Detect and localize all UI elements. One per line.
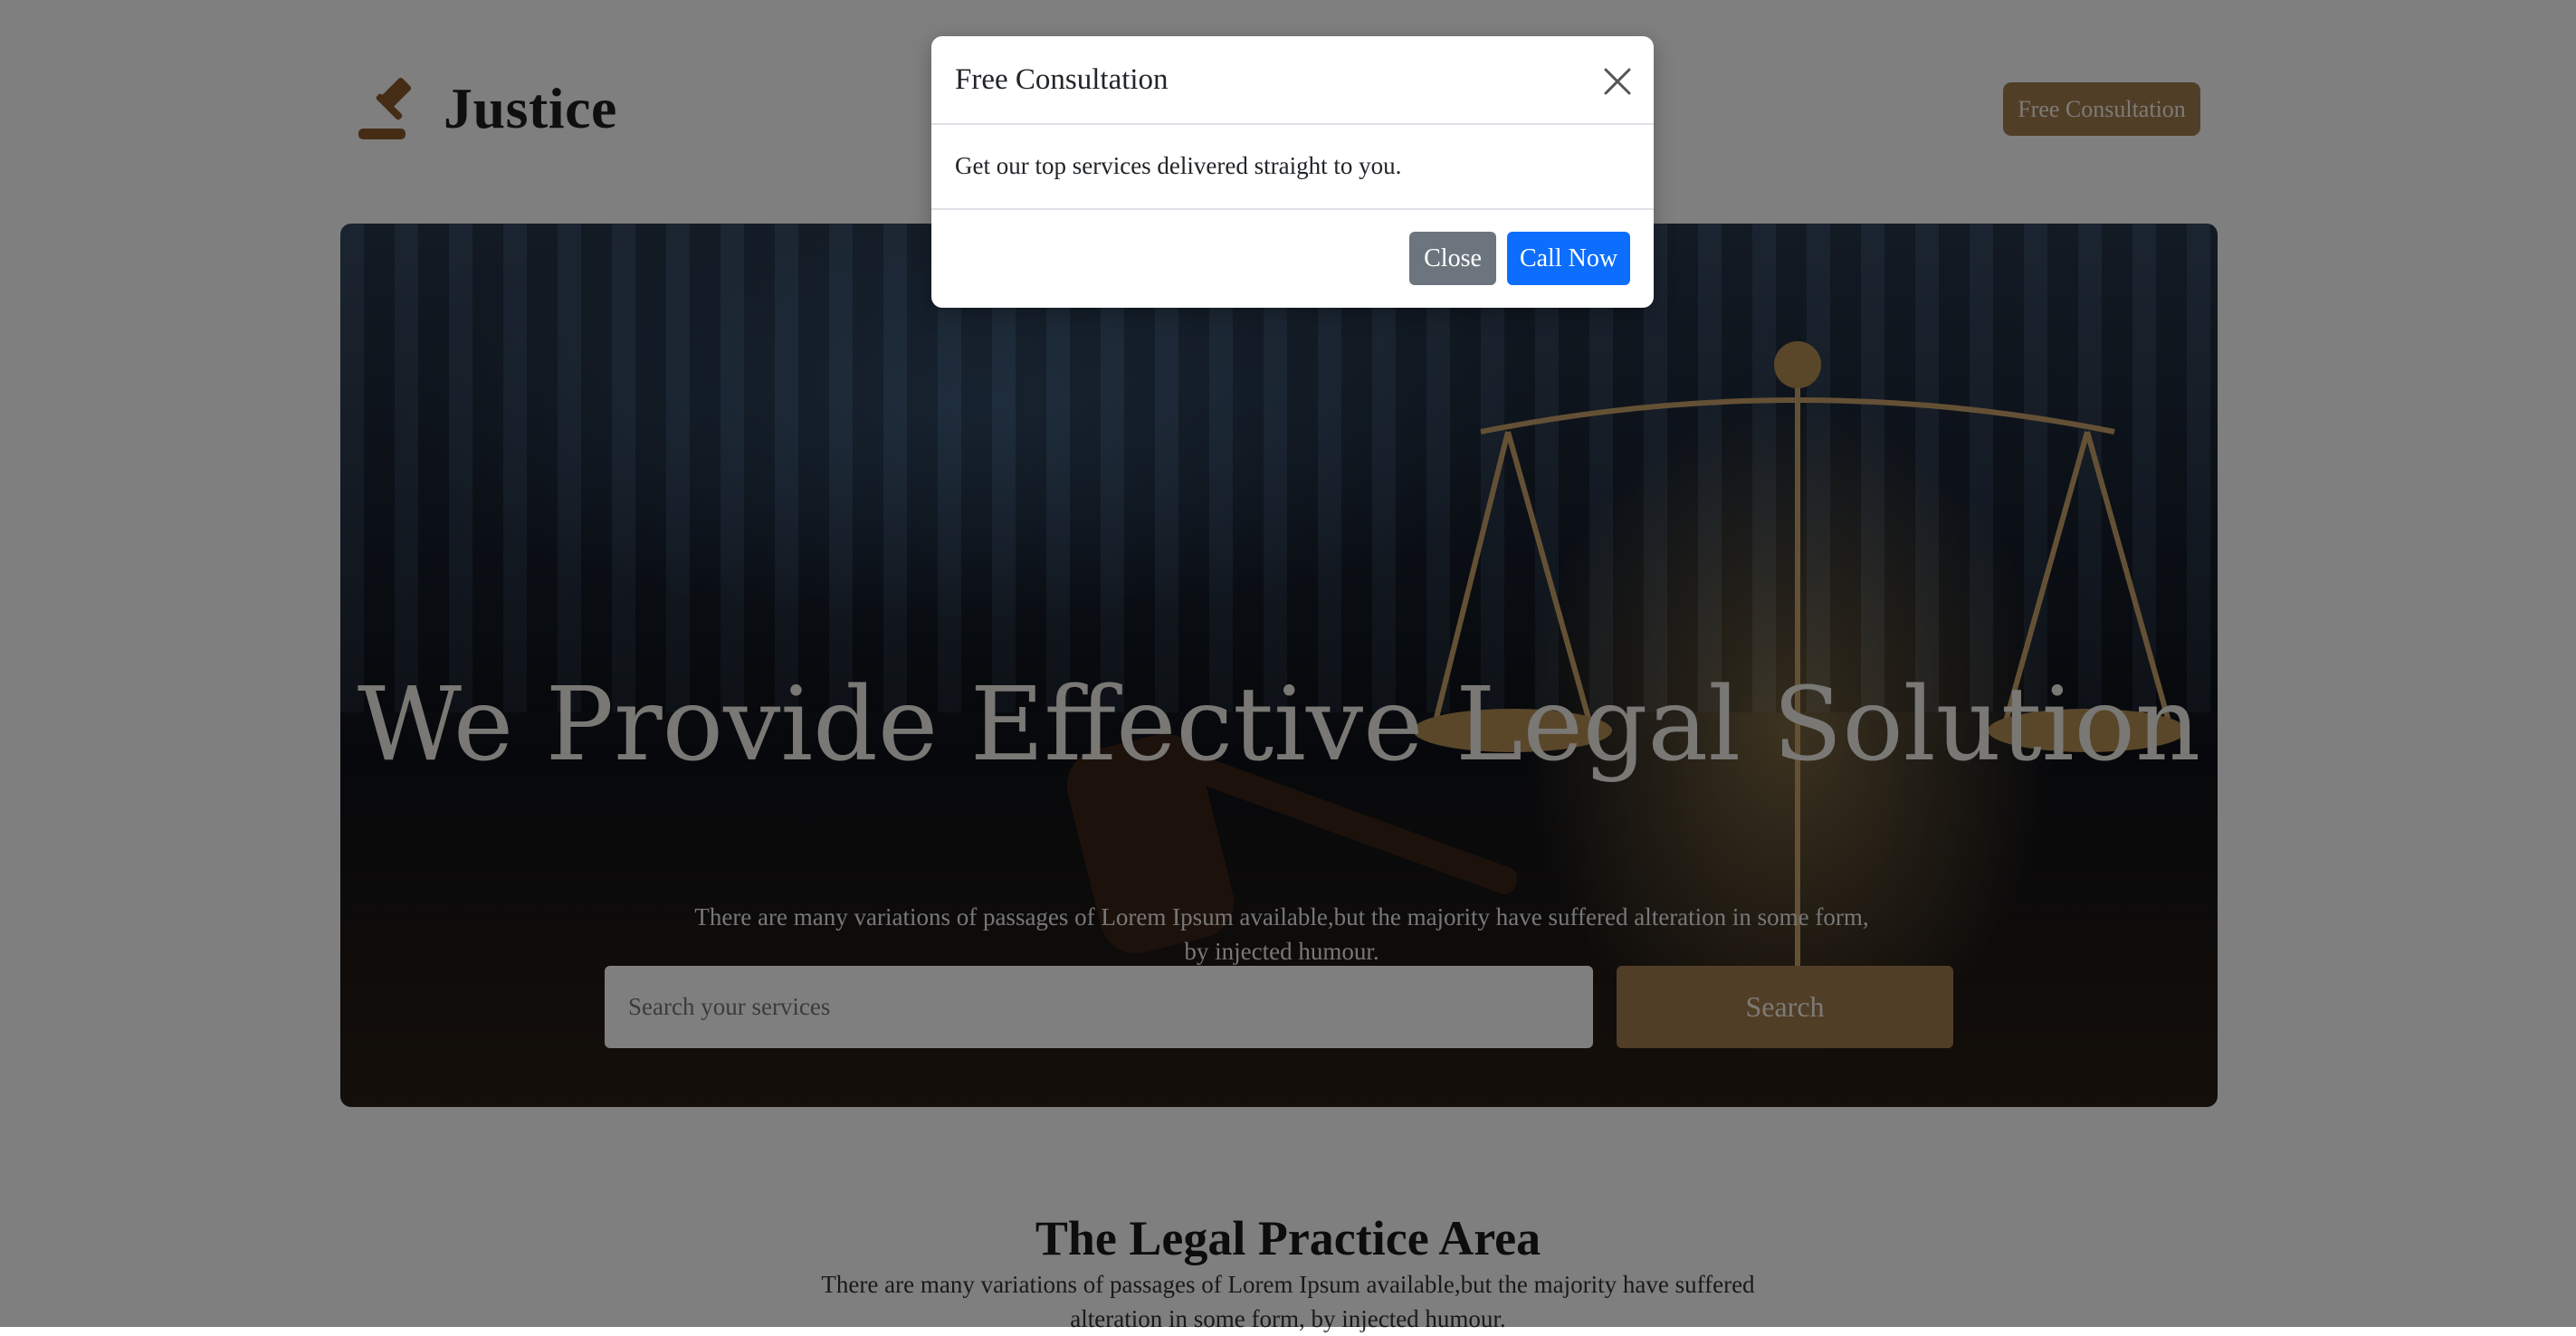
- modal-header: Free Consultation: [931, 36, 1654, 125]
- close-button[interactable]: Close: [1409, 232, 1496, 285]
- close-icon[interactable]: [1603, 67, 1632, 96]
- call-now-button[interactable]: Call Now: [1507, 232, 1630, 285]
- modal-title: Free Consultation: [955, 63, 1169, 96]
- modal-footer: Close Call Now: [931, 208, 1654, 308]
- modal-body-text: Get our top services delivered straight …: [955, 152, 1402, 179]
- free-consultation-modal: Free Consultation Get our top services d…: [931, 36, 1654, 308]
